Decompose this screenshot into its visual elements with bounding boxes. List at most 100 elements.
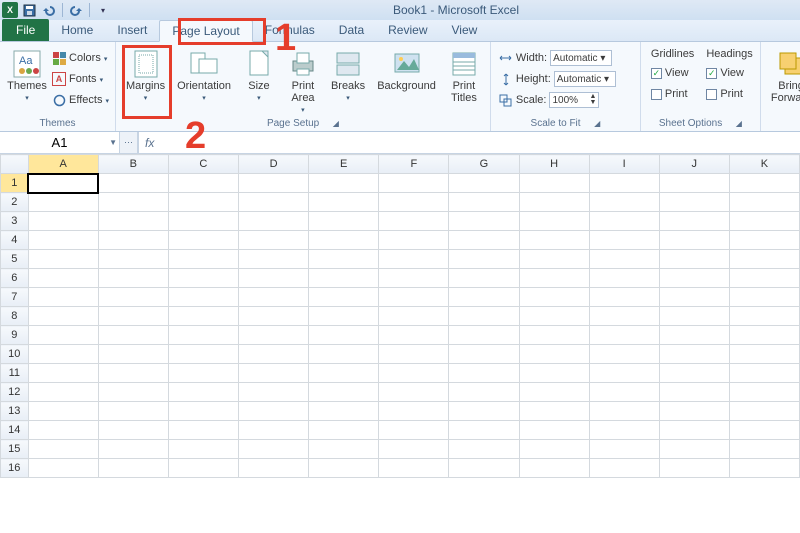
cell[interactable] — [309, 231, 379, 250]
cell[interactable] — [168, 174, 238, 193]
cell[interactable] — [659, 193, 729, 212]
colors-button[interactable]: Colors ▾ — [50, 48, 111, 68]
cell[interactable] — [589, 193, 659, 212]
column-header[interactable]: D — [238, 155, 308, 174]
cell[interactable] — [98, 174, 168, 193]
cell[interactable] — [379, 326, 449, 345]
width-combo[interactable]: Automatic ▾ — [550, 50, 612, 66]
cell[interactable] — [729, 345, 799, 364]
row-header[interactable]: 12 — [1, 383, 29, 402]
cell[interactable] — [729, 269, 799, 288]
cell[interactable] — [309, 269, 379, 288]
cell[interactable] — [309, 459, 379, 478]
cell[interactable] — [729, 402, 799, 421]
file-tab[interactable]: File — [2, 19, 49, 41]
row-header[interactable]: 4 — [1, 231, 29, 250]
cell[interactable] — [659, 174, 729, 193]
row-header[interactable]: 2 — [1, 193, 29, 212]
cell[interactable] — [309, 307, 379, 326]
cell[interactable] — [168, 307, 238, 326]
cell[interactable] — [379, 231, 449, 250]
background-button[interactable]: Background — [371, 44, 442, 92]
column-header[interactable]: H — [519, 155, 589, 174]
cell[interactable] — [28, 402, 98, 421]
cell[interactable] — [168, 212, 238, 231]
cell[interactable] — [729, 383, 799, 402]
height-combo[interactable]: Automatic ▾ — [554, 71, 616, 87]
cell[interactable] — [449, 269, 519, 288]
cell[interactable] — [589, 231, 659, 250]
cell[interactable] — [238, 383, 308, 402]
scale-launcher[interactable]: ◢ — [594, 119, 600, 128]
cell[interactable] — [659, 326, 729, 345]
tab-insert[interactable]: Insert — [105, 19, 159, 41]
cell[interactable] — [98, 288, 168, 307]
cell[interactable] — [589, 250, 659, 269]
cell[interactable] — [98, 231, 168, 250]
gridlines-print-checkbox[interactable]: Print — [649, 84, 696, 104]
cell[interactable] — [28, 193, 98, 212]
cell[interactable] — [449, 307, 519, 326]
cell[interactable] — [519, 345, 589, 364]
cell[interactable] — [659, 364, 729, 383]
cell[interactable] — [449, 440, 519, 459]
row-header[interactable]: 16 — [1, 459, 29, 478]
cell[interactable] — [519, 250, 589, 269]
cell[interactable] — [238, 402, 308, 421]
cell[interactable] — [28, 440, 98, 459]
tab-review[interactable]: Review — [376, 19, 439, 41]
cell[interactable] — [379, 174, 449, 193]
cell[interactable] — [379, 421, 449, 440]
cell[interactable] — [379, 193, 449, 212]
formula-bar-expand[interactable]: ⋯ — [120, 132, 138, 153]
cell[interactable] — [589, 440, 659, 459]
cell[interactable] — [379, 212, 449, 231]
cell[interactable] — [659, 250, 729, 269]
cell[interactable] — [309, 345, 379, 364]
cell[interactable] — [28, 269, 98, 288]
cell[interactable] — [519, 269, 589, 288]
cell[interactable] — [309, 364, 379, 383]
cell[interactable] — [98, 364, 168, 383]
row-header[interactable]: 15 — [1, 440, 29, 459]
cell[interactable] — [238, 364, 308, 383]
cell[interactable] — [729, 440, 799, 459]
cell[interactable] — [379, 459, 449, 478]
gridlines-view-checkbox[interactable]: ✓View — [649, 63, 696, 83]
cell[interactable] — [28, 212, 98, 231]
cell[interactable] — [589, 402, 659, 421]
cell[interactable] — [519, 364, 589, 383]
column-header[interactable]: I — [589, 155, 659, 174]
cell[interactable] — [28, 383, 98, 402]
cell[interactable] — [98, 269, 168, 288]
cell[interactable] — [238, 421, 308, 440]
cell[interactable] — [449, 212, 519, 231]
cell[interactable] — [449, 288, 519, 307]
redo-button[interactable] — [67, 1, 85, 19]
cell[interactable] — [589, 326, 659, 345]
cell[interactable] — [309, 193, 379, 212]
breaks-button[interactable]: Breaks ▾ — [325, 44, 371, 102]
cell[interactable] — [98, 250, 168, 269]
cell[interactable] — [449, 459, 519, 478]
row-header[interactable]: 9 — [1, 326, 29, 345]
column-header[interactable]: F — [379, 155, 449, 174]
cell[interactable] — [28, 345, 98, 364]
headings-print-checkbox[interactable]: Print — [704, 84, 754, 104]
cell[interactable] — [519, 459, 589, 478]
undo-button[interactable] — [40, 1, 58, 19]
tab-home[interactable]: Home — [49, 19, 105, 41]
cell[interactable] — [379, 288, 449, 307]
cell[interactable] — [168, 402, 238, 421]
cell[interactable] — [168, 250, 238, 269]
cell[interactable] — [238, 250, 308, 269]
cell[interactable] — [449, 421, 519, 440]
cell[interactable] — [449, 231, 519, 250]
row-header[interactable]: 13 — [1, 402, 29, 421]
cell[interactable] — [309, 402, 379, 421]
cell[interactable] — [589, 421, 659, 440]
cell[interactable] — [589, 307, 659, 326]
cell[interactable] — [238, 307, 308, 326]
cell[interactable] — [729, 174, 799, 193]
cell[interactable] — [168, 459, 238, 478]
